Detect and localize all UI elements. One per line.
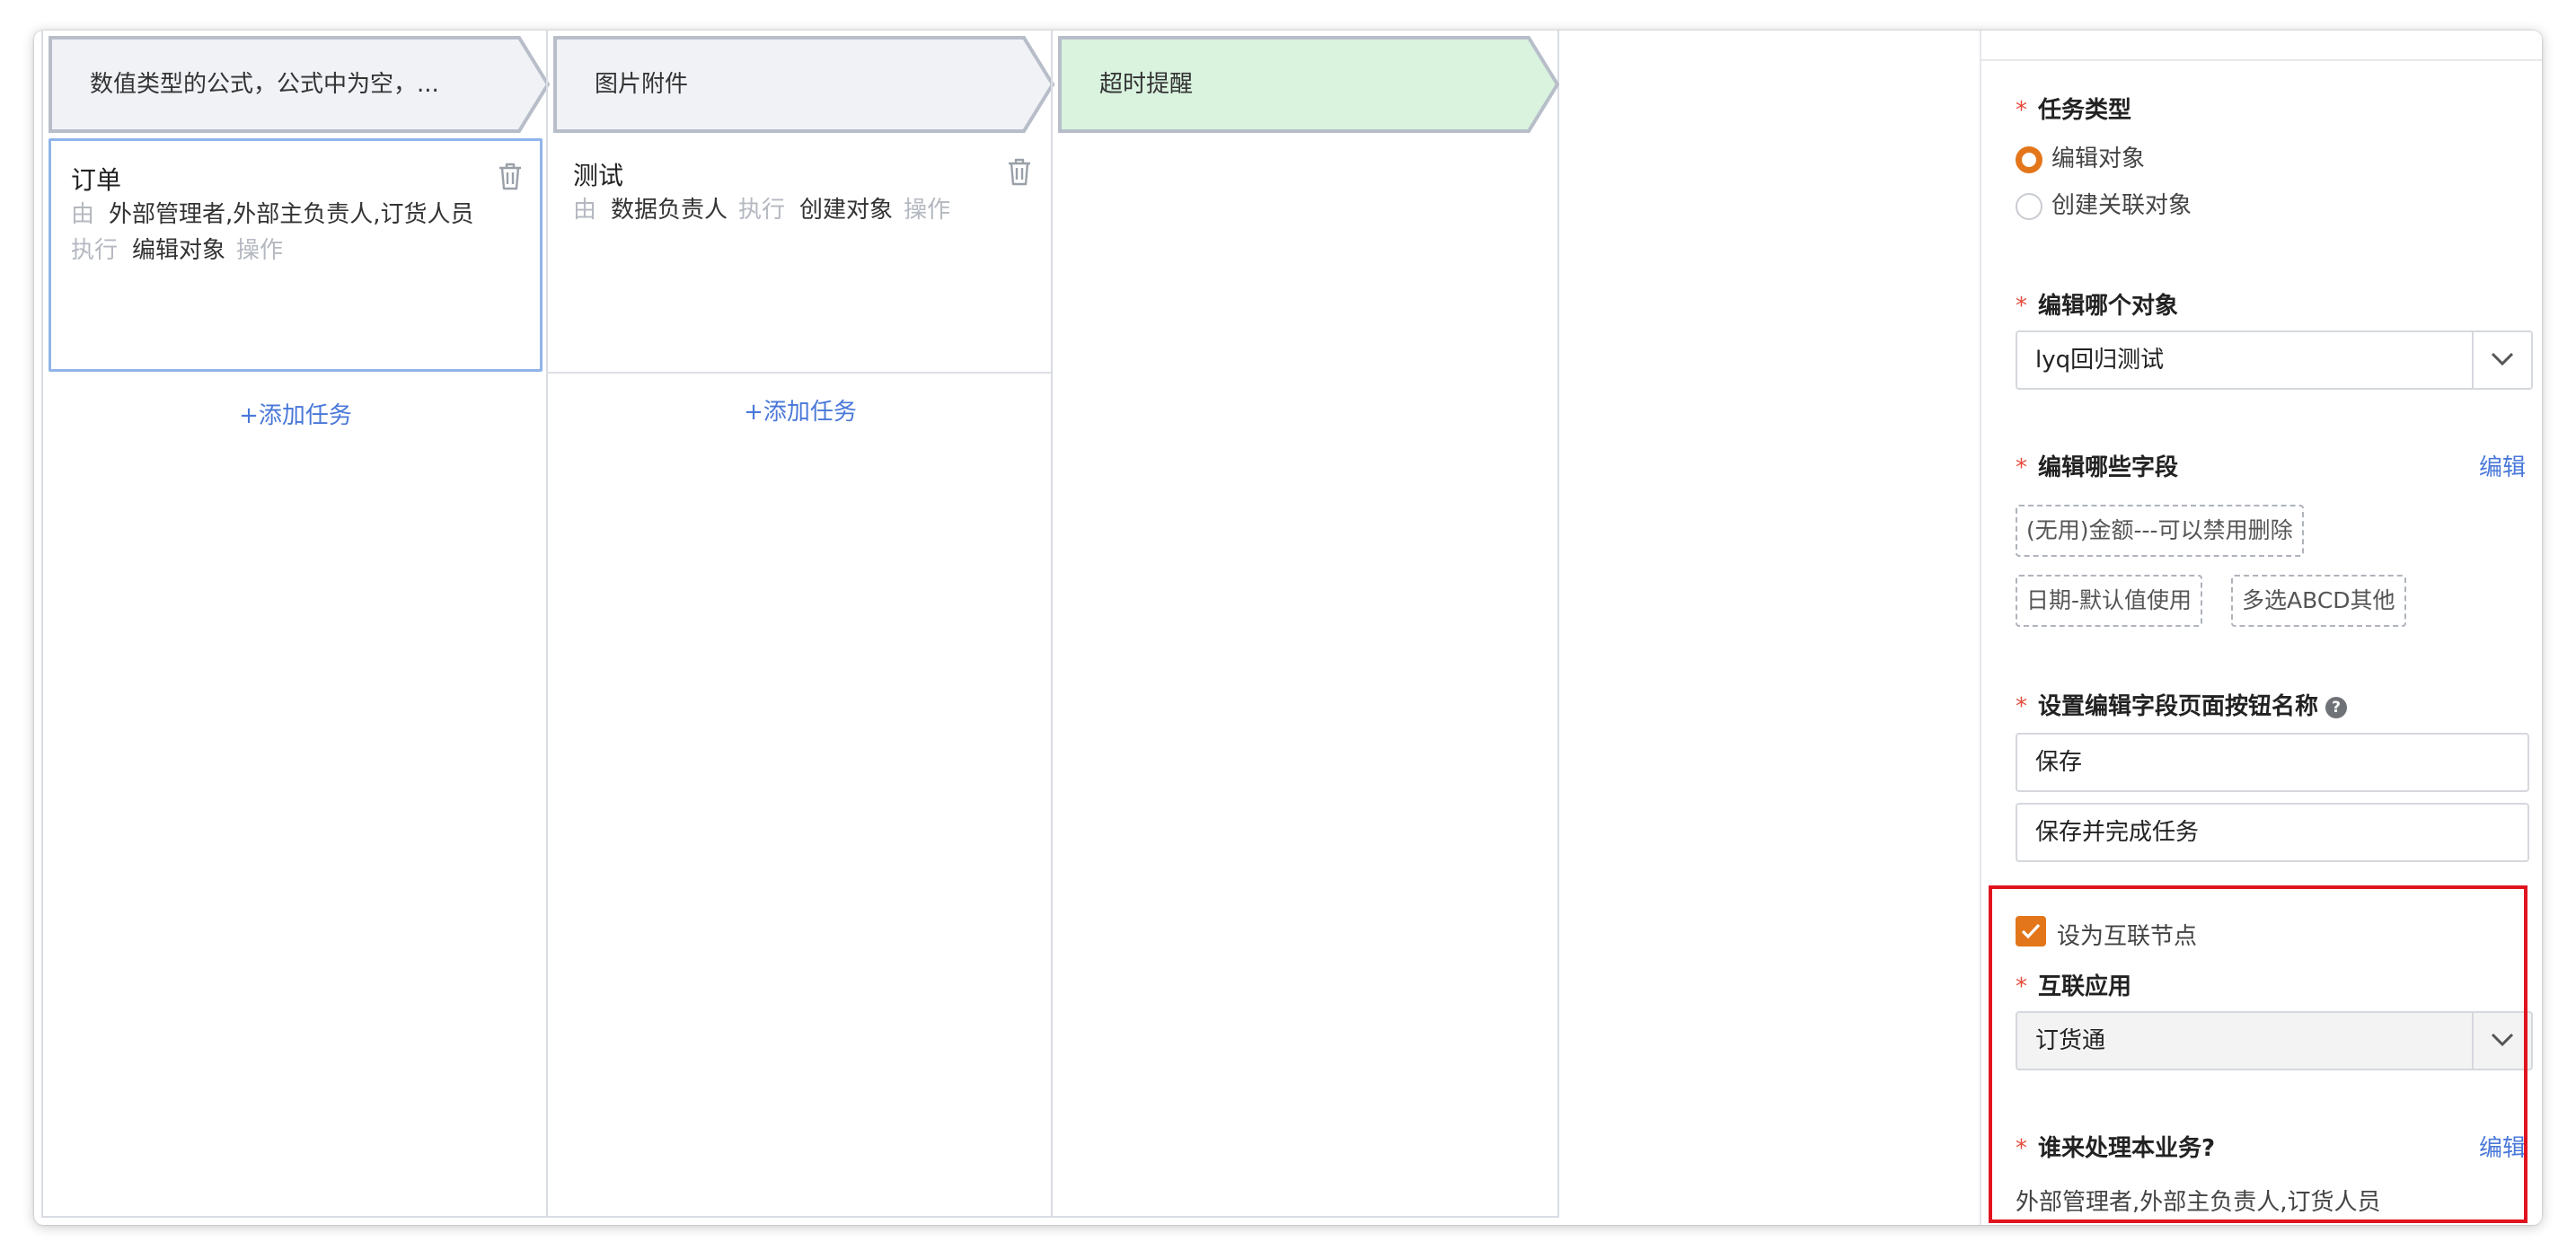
handler-edit-link[interactable]: 编辑 — [2479, 1130, 2526, 1163]
check-icon — [2021, 923, 2041, 939]
required-mark: * — [2016, 97, 2027, 124]
edit-fields-label: * 编辑哪些字段 — [2016, 454, 2179, 481]
handler-value: 外部管理者,外部主负责人,订货人员 — [2016, 1189, 2381, 1216]
handler-label: * 谁来处理本业务? — [2016, 1135, 2216, 1162]
task-name: 测试 — [573, 161, 624, 190]
task-card[interactable]: 测试 由数据负责人 执行 创建对象 操作 — [553, 138, 1047, 372]
exec-label: 执行 — [738, 197, 786, 224]
save-complete-button-name-input[interactable]: 保存并完成任务 — [2016, 803, 2529, 862]
column-bottom-border — [1053, 1216, 1557, 1218]
field-tag: (无用)金额---可以禁用删除 — [2016, 505, 2304, 557]
interconnect-app-select[interactable]: 订货通 — [2016, 1011, 2533, 1070]
column-bottom-border — [43, 1216, 548, 1218]
radio-label: 创建关联对象 — [2051, 192, 2192, 219]
interconnect-app-value: 订货通 — [2035, 1027, 2106, 1054]
stage-header-1[interactable]: 数值类型的公式，公式中为空，... — [49, 36, 551, 133]
radio-unselected-icon — [2016, 192, 2042, 220]
task-assignee-row: 由数据负责人 执行 创建对象 操作 — [573, 192, 950, 228]
stage-title: 超时提醒 — [1099, 71, 1194, 98]
task-divider — [548, 372, 1053, 374]
trash-icon[interactable] — [1006, 156, 1033, 187]
stage-column-3: 超时提醒 — [1051, 31, 1561, 1218]
object-select-value: lyq回归测试 — [2035, 347, 2165, 374]
save-button-name-input[interactable]: 保存 — [2016, 733, 2529, 792]
radio-create-related-object[interactable]: 创建关联对象 — [2016, 187, 2192, 220]
stage-title: 数值类型的公式，公式中为空，... — [90, 71, 439, 98]
interconnect-checkbox-label: 设为互联节点 — [2057, 923, 2198, 950]
task-name: 订单 — [71, 165, 122, 195]
chevron-down-icon[interactable] — [2472, 332, 2531, 388]
button-names-label: * 设置编辑字段页面按钮名称? — [2016, 688, 2348, 721]
add-task-button[interactable]: +添加任务 — [43, 397, 548, 430]
trash-icon[interactable] — [497, 161, 524, 191]
interconnect-checkbox[interactable] — [2016, 916, 2046, 946]
stage-title: 图片附件 — [595, 71, 689, 98]
task-action-row: 执行 编辑对象 操作 — [71, 233, 283, 269]
edit-fields-link[interactable]: 编辑 — [2479, 449, 2526, 482]
radio-edit-object[interactable]: 编辑对象 — [2016, 140, 2145, 173]
field-tag: 日期-默认值使用 — [2016, 575, 2203, 627]
stage-column-1: 数值类型的公式，公式中为空，... 订单 由外部管理者,外部主负责人,订货人员 … — [41, 31, 551, 1218]
column-bottom-border — [548, 1216, 1053, 1218]
task-type-label: * 任务类型 — [2016, 97, 2132, 124]
chevron-down-icon[interactable] — [2472, 1013, 2531, 1069]
object-select[interactable]: lyq回归测试 — [2016, 330, 2533, 390]
interconnect-app-label: * 互联应用 — [2016, 973, 2132, 1000]
field-tag: 多选ABCD其他 — [2231, 575, 2406, 627]
radio-label: 编辑对象 — [2051, 145, 2146, 172]
by-label: 由 — [71, 201, 95, 228]
task-card[interactable]: 订单 由外部管理者,外部主负责人,订货人员 执行 编辑对象 操作 — [49, 138, 543, 372]
exec-label: 执行 — [71, 237, 119, 264]
task-action: 创建对象 — [799, 197, 894, 224]
stage-column-2: 图片附件 测试 由数据负责人 执行 创建对象 操作 +添加任务 — [546, 31, 1056, 1218]
task-action: 编辑对象 — [132, 237, 226, 264]
radio-selected-icon — [2016, 145, 2042, 173]
by-label: 由 — [573, 197, 597, 224]
workflow-editor-window: 数值类型的公式，公式中为空，... 订单 由外部管理者,外部主负责人,订货人员 … — [34, 31, 2542, 1225]
task-assignees: 数据负责人 — [611, 197, 728, 224]
task-assignee-row: 由外部管理者,外部主负责人,订货人员 — [71, 197, 485, 233]
stage-header-3[interactable]: 超时提醒 — [1058, 36, 1561, 133]
stage-header-2[interactable]: 图片附件 — [553, 36, 1056, 133]
help-icon[interactable]: ? — [2325, 696, 2348, 718]
panel-top-divider — [1981, 59, 2542, 61]
edit-object-label: * 编辑哪个对象 — [2016, 293, 2179, 320]
op-label: 操作 — [236, 237, 284, 264]
add-task-button[interactable]: +添加任务 — [548, 393, 1053, 427]
op-label: 操作 — [904, 197, 951, 224]
task-assignees: 外部管理者,外部主负责人,订货人员 — [109, 201, 474, 228]
task-config-panel: * 任务类型 编辑对象 创建关联对象 * 编辑哪个对象 lyq回归测试 * 编辑哪些字… — [1980, 31, 2542, 1225]
